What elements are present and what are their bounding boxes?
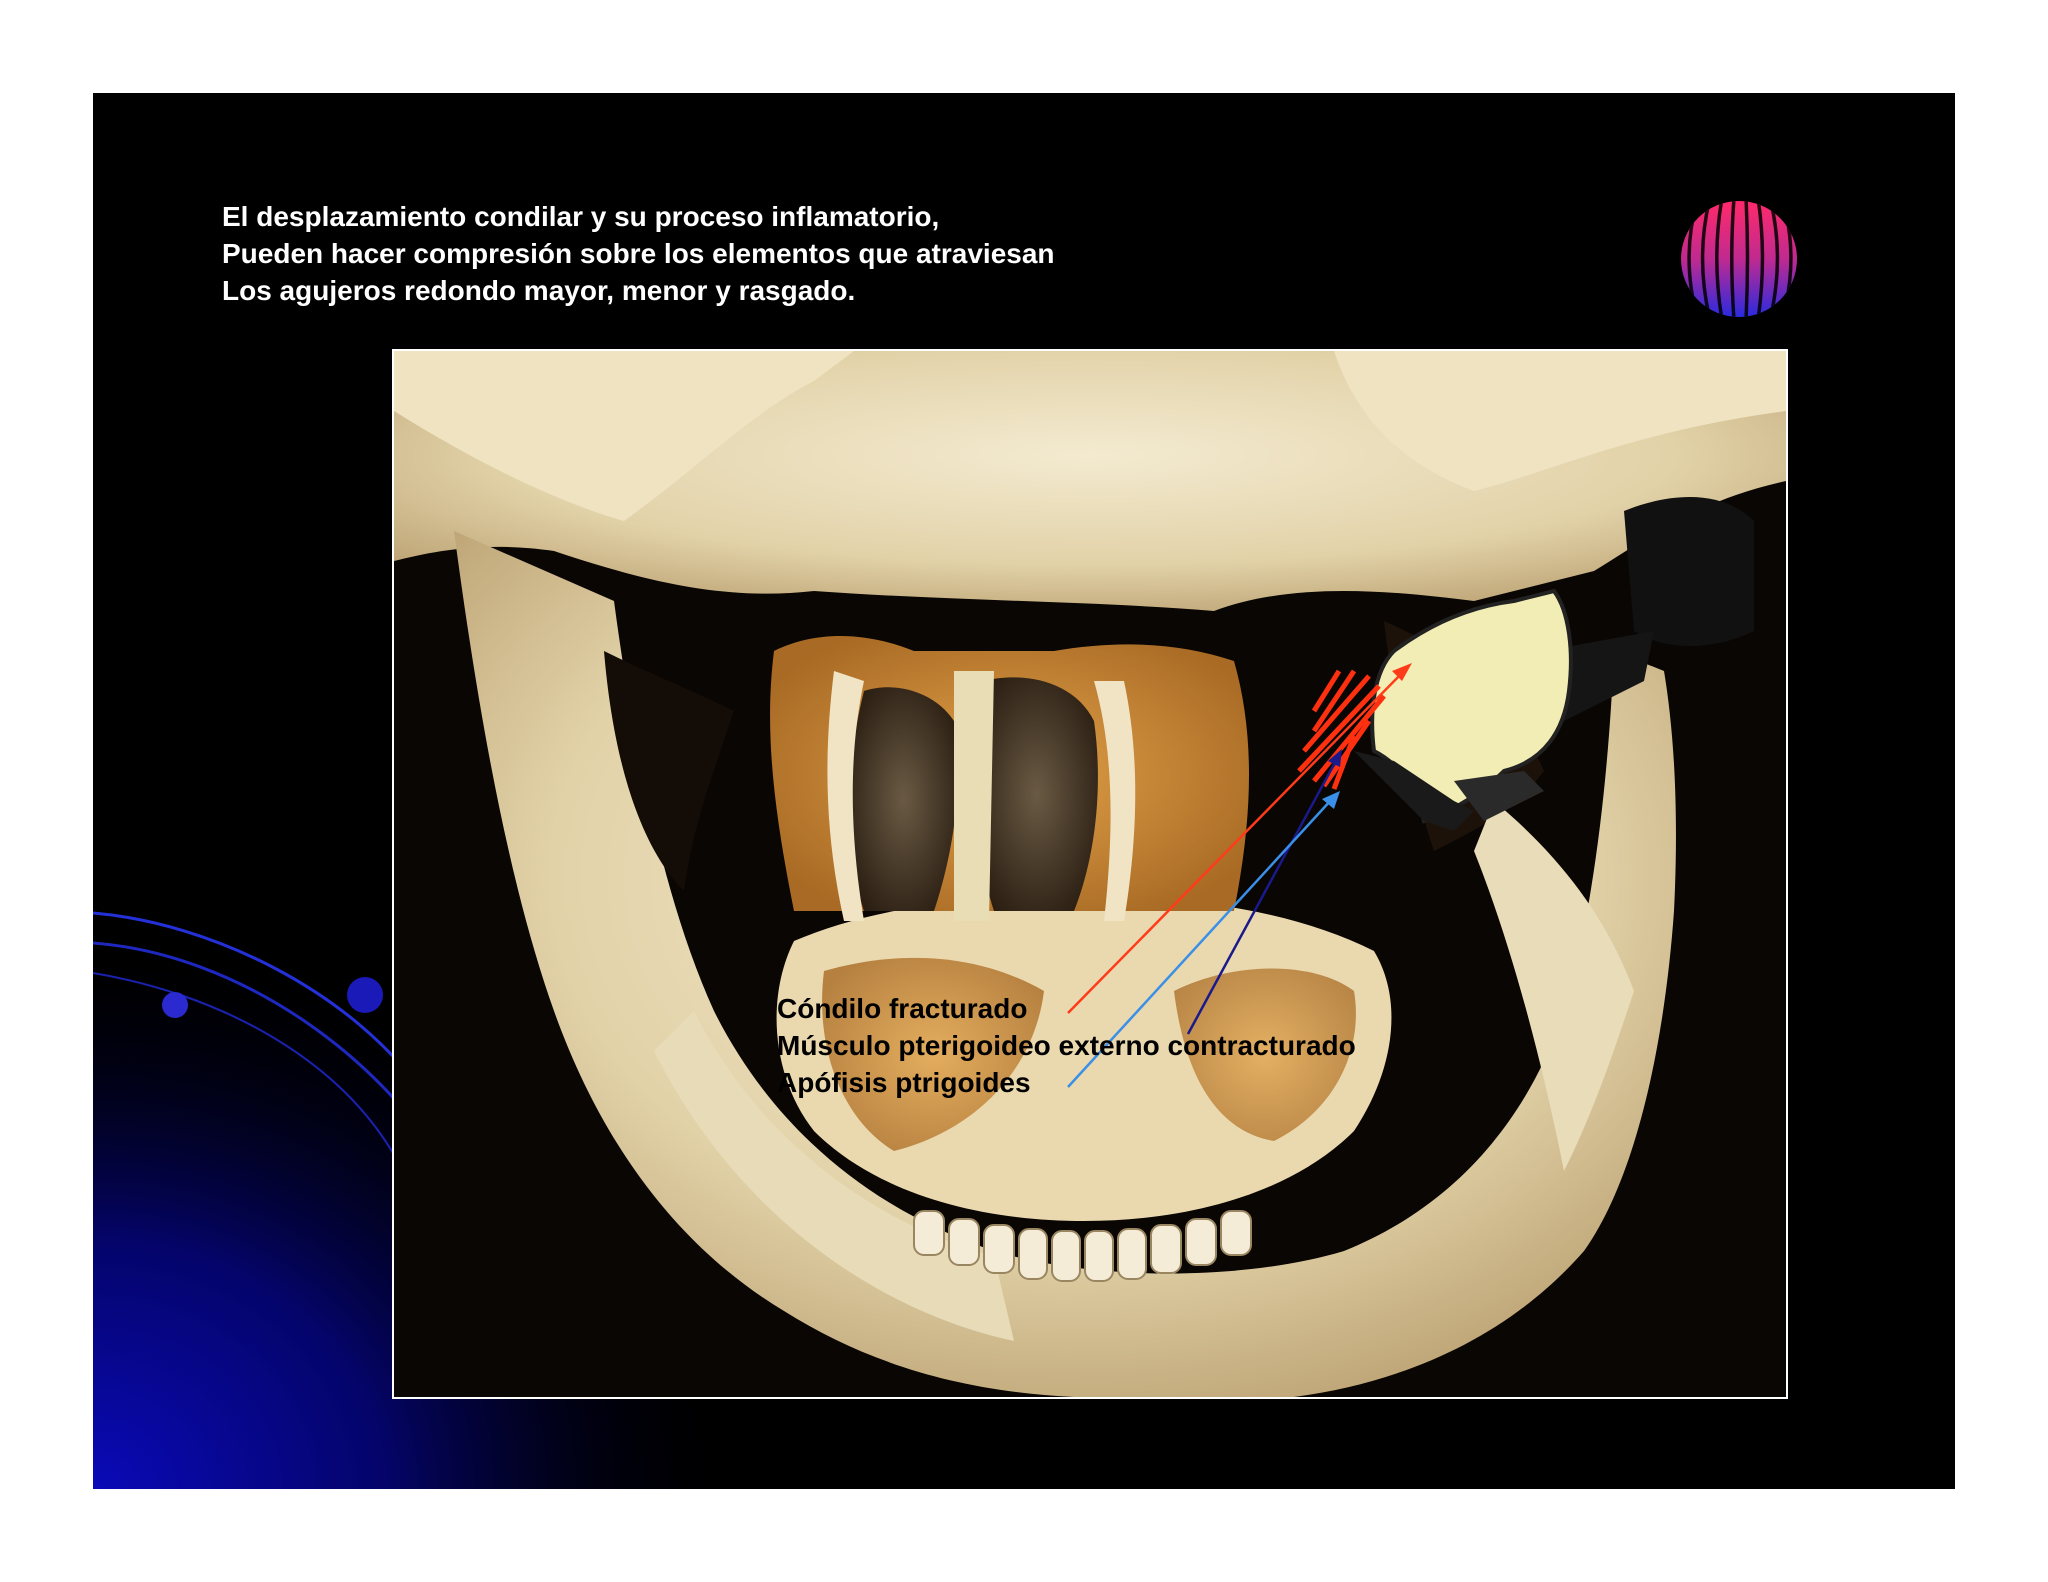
slide: El desplazamiento condilar y su proceso …	[93, 93, 1955, 1489]
label-muscle: Músculo pterigoideo externo contracturad…	[777, 1030, 1356, 1061]
label-condyle: Cóndilo fracturado	[777, 993, 1028, 1024]
text-line-1: El desplazamiento condilar y su proceso …	[222, 201, 940, 232]
label-apophysis: Apófisis ptrigoides	[777, 1067, 1031, 1098]
text-line-3: Los agujeros redondo mayor, menor y rasg…	[222, 275, 856, 306]
striped-sphere-icon	[1681, 201, 1797, 317]
skull-photo	[392, 349, 1788, 1399]
annotation-labels: Cóndilo fracturado Músculo pterigoideo e…	[777, 990, 1356, 1101]
slide-text: El desplazamiento condilar y su proceso …	[222, 198, 1222, 309]
skull-illustration	[394, 351, 1786, 1397]
text-line-2: Pueden hacer compresión sobre los elemen…	[222, 238, 1055, 269]
